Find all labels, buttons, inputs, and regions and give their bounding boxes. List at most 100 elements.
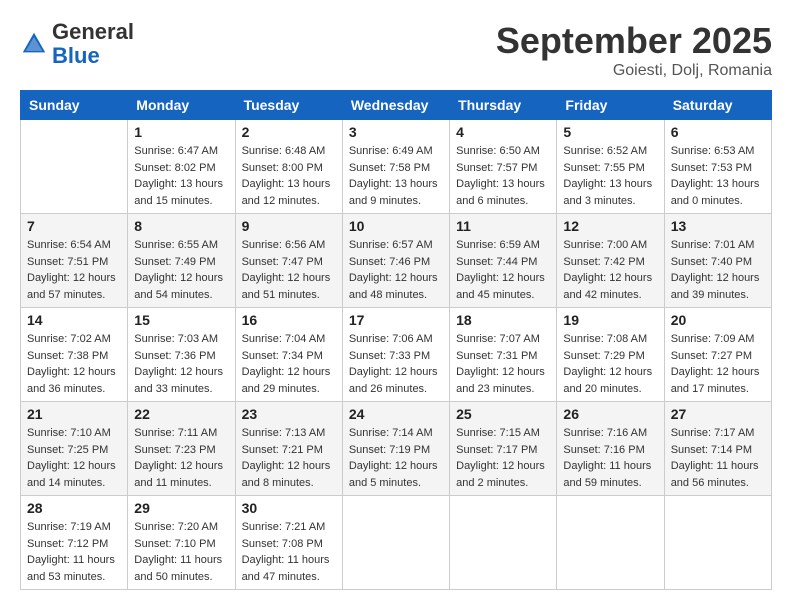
day-info: Sunrise: 7:03 AMSunset: 7:36 PMDaylight:… (134, 331, 228, 397)
logo: General Blue (20, 20, 134, 68)
weekday-header-saturday: Saturday (664, 91, 771, 120)
day-info: Sunrise: 6:54 AMSunset: 7:51 PMDaylight:… (27, 237, 121, 303)
day-number: 9 (242, 218, 336, 234)
day-info: Sunrise: 7:13 AMSunset: 7:21 PMDaylight:… (242, 425, 336, 491)
week-row-2: 7 Sunrise: 6:54 AMSunset: 7:51 PMDaylight… (21, 214, 772, 308)
calendar-cell (557, 496, 664, 590)
logo-blue: Blue (52, 43, 100, 68)
calendar-cell: 3 Sunrise: 6:49 AMSunset: 7:58 PMDaylight… (342, 120, 449, 214)
day-number: 5 (563, 124, 657, 140)
day-number: 16 (242, 312, 336, 328)
week-row-1: 1 Sunrise: 6:47 AMSunset: 8:02 PMDaylight… (21, 120, 772, 214)
calendar-cell: 24 Sunrise: 7:14 AMSunset: 7:19 PMDayligh… (342, 402, 449, 496)
day-info: Sunrise: 6:49 AMSunset: 7:58 PMDaylight:… (349, 143, 443, 209)
day-info: Sunrise: 7:06 AMSunset: 7:33 PMDaylight:… (349, 331, 443, 397)
title-block: September 2025 Goiesti, Dolj, Romania (496, 20, 772, 80)
day-number: 4 (456, 124, 550, 140)
calendar-cell: 18 Sunrise: 7:07 AMSunset: 7:31 PMDayligh… (450, 308, 557, 402)
day-info: Sunrise: 7:19 AMSunset: 7:12 PMDaylight:… (27, 519, 121, 585)
weekday-header-monday: Monday (128, 91, 235, 120)
day-number: 17 (349, 312, 443, 328)
day-number: 21 (27, 406, 121, 422)
day-info: Sunrise: 7:00 AMSunset: 7:42 PMDaylight:… (563, 237, 657, 303)
calendar-cell (342, 496, 449, 590)
calendar-cell: 30 Sunrise: 7:21 AMSunset: 7:08 PMDayligh… (235, 496, 342, 590)
week-row-4: 21 Sunrise: 7:10 AMSunset: 7:25 PMDayligh… (21, 402, 772, 496)
day-info: Sunrise: 7:01 AMSunset: 7:40 PMDaylight:… (671, 237, 765, 303)
day-number: 13 (671, 218, 765, 234)
calendar-cell: 16 Sunrise: 7:04 AMSunset: 7:34 PMDayligh… (235, 308, 342, 402)
calendar-cell: 27 Sunrise: 7:17 AMSunset: 7:14 PMDayligh… (664, 402, 771, 496)
day-number: 7 (27, 218, 121, 234)
page-header: General Blue September 2025 Goiesti, Dol… (20, 20, 772, 80)
calendar-cell (450, 496, 557, 590)
calendar-cell: 15 Sunrise: 7:03 AMSunset: 7:36 PMDayligh… (128, 308, 235, 402)
day-number: 3 (349, 124, 443, 140)
location: Goiesti, Dolj, Romania (496, 62, 772, 80)
day-info: Sunrise: 6:53 AMSunset: 7:53 PMDaylight:… (671, 143, 765, 209)
day-info: Sunrise: 7:09 AMSunset: 7:27 PMDaylight:… (671, 331, 765, 397)
calendar-cell: 8 Sunrise: 6:55 AMSunset: 7:49 PMDaylight… (128, 214, 235, 308)
logo-icon (20, 30, 48, 58)
weekday-header-thursday: Thursday (450, 91, 557, 120)
day-info: Sunrise: 6:59 AMSunset: 7:44 PMDaylight:… (456, 237, 550, 303)
calendar-cell: 1 Sunrise: 6:47 AMSunset: 8:02 PMDaylight… (128, 120, 235, 214)
calendar-cell: 5 Sunrise: 6:52 AMSunset: 7:55 PMDaylight… (557, 120, 664, 214)
calendar-cell: 6 Sunrise: 6:53 AMSunset: 7:53 PMDaylight… (664, 120, 771, 214)
calendar-cell: 25Sunrise: 7:15 AMSunset: 7:17 PMDayligh… (450, 402, 557, 496)
week-row-3: 14 Sunrise: 7:02 AMSunset: 7:38 PMDayligh… (21, 308, 772, 402)
calendar-cell: 21 Sunrise: 7:10 AMSunset: 7:25 PMDayligh… (21, 402, 128, 496)
calendar-cell: 11 Sunrise: 6:59 AMSunset: 7:44 PMDayligh… (450, 214, 557, 308)
day-info: Sunrise: 7:14 AMSunset: 7:19 PMDaylight:… (349, 425, 443, 491)
day-number: 8 (134, 218, 228, 234)
day-info: Sunrise: 7:17 AMSunset: 7:14 PMDaylight:… (671, 425, 765, 491)
day-info: Sunrise: 6:52 AMSunset: 7:55 PMDaylight:… (563, 143, 657, 209)
day-number: 27 (671, 406, 765, 422)
day-info: Sunrise: 6:47 AMSunset: 8:02 PMDaylight:… (134, 143, 228, 209)
calendar-cell: 17 Sunrise: 7:06 AMSunset: 7:33 PMDayligh… (342, 308, 449, 402)
day-info: Sunrise: 7:21 AMSunset: 7:08 PMDaylight:… (242, 519, 336, 585)
day-number: 23 (242, 406, 336, 422)
calendar-cell: 7 Sunrise: 6:54 AMSunset: 7:51 PMDaylight… (21, 214, 128, 308)
day-number: 11 (456, 218, 550, 234)
day-number: 30 (242, 500, 336, 516)
day-number: 28 (27, 500, 121, 516)
calendar-cell: 20 Sunrise: 7:09 AMSunset: 7:27 PMDayligh… (664, 308, 771, 402)
day-info: Sunrise: 6:48 AMSunset: 8:00 PMDaylight:… (242, 143, 336, 209)
day-number: 24 (349, 406, 443, 422)
day-number: 18 (456, 312, 550, 328)
calendar-table: SundayMondayTuesdayWednesdayThursdayFrid… (20, 90, 772, 590)
calendar-cell: 14 Sunrise: 7:02 AMSunset: 7:38 PMDayligh… (21, 308, 128, 402)
day-info: Sunrise: 7:04 AMSunset: 7:34 PMDaylight:… (242, 331, 336, 397)
day-number: 10 (349, 218, 443, 234)
calendar-cell: 10Sunrise: 6:57 AMSunset: 7:46 PMDayligh… (342, 214, 449, 308)
logo-general: General (52, 19, 134, 44)
day-info: Sunrise: 7:02 AMSunset: 7:38 PMDaylight:… (27, 331, 121, 397)
day-info: Sunrise: 6:56 AMSunset: 7:47 PMDaylight:… (242, 237, 336, 303)
day-info: Sunrise: 7:20 AMSunset: 7:10 PMDaylight:… (134, 519, 228, 585)
day-number: 26 (563, 406, 657, 422)
day-number: 1 (134, 124, 228, 140)
day-number: 19 (563, 312, 657, 328)
day-number: 22 (134, 406, 228, 422)
day-number: 29 (134, 500, 228, 516)
calendar-cell: 19 Sunrise: 7:08 AMSunset: 7:29 PMDayligh… (557, 308, 664, 402)
day-number: 25 (456, 406, 550, 422)
weekday-header-tuesday: Tuesday (235, 91, 342, 120)
calendar-cell: 26Sunrise: 7:16 AMSunset: 7:16 PMDayligh… (557, 402, 664, 496)
day-number: 12 (563, 218, 657, 234)
day-info: Sunrise: 7:07 AMSunset: 7:31 PMDaylight:… (456, 331, 550, 397)
day-info: Sunrise: 7:10 AMSunset: 7:25 PMDaylight:… (27, 425, 121, 491)
week-row-5: 28 Sunrise: 7:19 AMSunset: 7:12 PMDayligh… (21, 496, 772, 590)
day-number: 6 (671, 124, 765, 140)
calendar-cell (664, 496, 771, 590)
day-number: 15 (134, 312, 228, 328)
weekday-header-friday: Friday (557, 91, 664, 120)
day-info: Sunrise: 6:50 AMSunset: 7:57 PMDaylight:… (456, 143, 550, 209)
day-number: 14 (27, 312, 121, 328)
day-info: Sunrise: 7:08 AMSunset: 7:29 PMDaylight:… (563, 331, 657, 397)
day-info: Sunrise: 6:55 AMSunset: 7:49 PMDaylight:… (134, 237, 228, 303)
calendar-cell: 4 Sunrise: 6:50 AMSunset: 7:57 PMDaylight… (450, 120, 557, 214)
day-info: Sunrise: 7:11 AMSunset: 7:23 PMDaylight:… (134, 425, 228, 491)
day-number: 20 (671, 312, 765, 328)
